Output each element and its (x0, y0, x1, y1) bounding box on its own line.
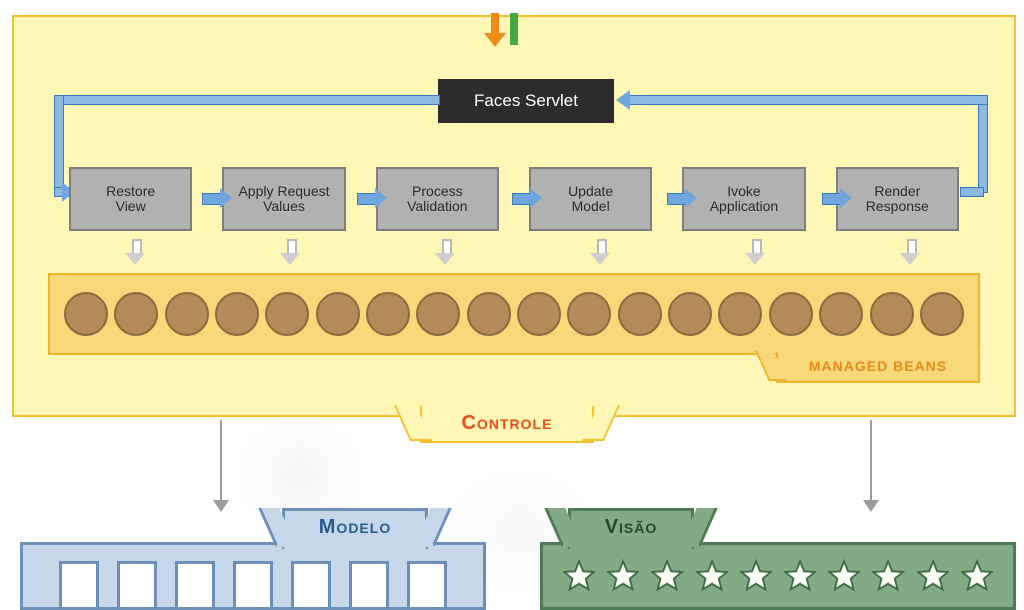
controle-label-tab: Controle (420, 405, 594, 443)
managed-bean-icon (416, 292, 460, 336)
visao-label-tab: Visão (568, 508, 694, 550)
star-icon (872, 559, 904, 593)
arrow-down-icon (127, 239, 145, 267)
managed-beans-label: MANAGED BEANS (776, 351, 980, 383)
star-icon (828, 559, 860, 593)
phase-update-model: UpdateModel (529, 167, 652, 231)
arrow-right-icon (822, 189, 852, 207)
pipe-segment (960, 187, 984, 197)
managed-bean-icon (718, 292, 762, 336)
managed-bean-icon (769, 292, 813, 336)
managed-bean-icon (165, 292, 209, 336)
modelo-cell (349, 561, 389, 610)
managed-bean-icon (870, 292, 914, 336)
star-icon (784, 559, 816, 593)
incoming-response-bar-icon (510, 13, 518, 45)
managed-beans-bar (48, 273, 980, 355)
managed-bean-icon (265, 292, 309, 336)
modelo-cell (407, 561, 447, 610)
managed-bean-icon (467, 292, 511, 336)
arrow-left-icon (616, 90, 630, 110)
incoming-request-arrow-icon (486, 13, 504, 47)
star-icon (607, 559, 639, 593)
visao-panel (540, 542, 1016, 610)
modelo-cell (233, 561, 273, 610)
managed-bean-icon (366, 292, 410, 336)
modelo-cell (175, 561, 215, 610)
star-icon (961, 559, 993, 593)
managed-bean-icon (819, 292, 863, 336)
arrow-down-icon (747, 239, 765, 267)
pipe-segment (54, 95, 64, 193)
arrow-down-icon (870, 420, 872, 500)
controle-panel: Faces Servlet RestoreView Apply RequestV… (12, 15, 1016, 417)
managed-bean-icon (567, 292, 611, 336)
star-icon (917, 559, 949, 593)
managed-bean-icon (618, 292, 662, 336)
managed-bean-icon (920, 292, 964, 336)
phase-apply-request: Apply RequestValues (222, 167, 345, 231)
phase-restore-view: RestoreView (69, 167, 192, 231)
managed-bean-icon (517, 292, 561, 336)
modelo-cell (59, 561, 99, 610)
star-icon (651, 559, 683, 593)
modelo-cell (291, 561, 331, 610)
arrow-right-icon (357, 189, 387, 207)
phase-invoke-application: IvokeApplication (682, 167, 805, 231)
arrow-down-icon (220, 420, 222, 500)
arrow-down-icon (902, 239, 920, 267)
managed-bean-icon (215, 292, 259, 336)
managed-bean-icon (316, 292, 360, 336)
arrow-right-icon (667, 189, 697, 207)
star-icon (563, 559, 595, 593)
modelo-cell (117, 561, 157, 610)
pipe-segment (54, 95, 440, 105)
phase-render-response: RenderResponse (836, 167, 959, 231)
modelo-panel (20, 542, 486, 610)
pipe-segment (628, 95, 988, 105)
arrow-right-icon (202, 189, 232, 207)
arrow-down-icon (437, 239, 455, 267)
arrow-down-icon (592, 239, 610, 267)
arrow-right-icon (512, 189, 542, 207)
managed-bean-icon (114, 292, 158, 336)
star-icon (740, 559, 772, 593)
star-icon (696, 559, 728, 593)
modelo-label-tab: Modelo (282, 508, 428, 550)
managed-bean-icon (668, 292, 712, 336)
arrow-down-icon (282, 239, 300, 267)
faces-servlet-box: Faces Servlet (438, 79, 614, 123)
managed-bean-icon (64, 292, 108, 336)
pipe-segment (978, 95, 988, 193)
phase-process-validation: ProcessValidation (376, 167, 499, 231)
